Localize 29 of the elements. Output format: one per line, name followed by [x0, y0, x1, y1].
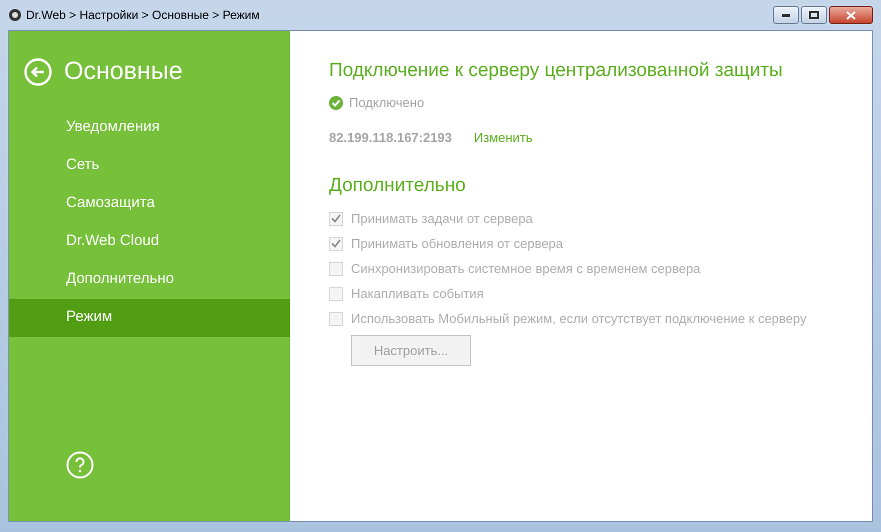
- sidebar-item[interactable]: Дополнительно: [9, 260, 290, 298]
- sidebar-item[interactable]: Dr.Web Cloud: [9, 222, 290, 260]
- minimize-icon: [782, 14, 790, 16]
- section-heading: Дополнительно: [329, 174, 467, 198]
- close-button[interactable]: [829, 6, 873, 24]
- checkbox-label: Принимать обновления от сервера: [351, 234, 564, 253]
- connection-status: Подключено: [349, 94, 424, 112]
- maximize-icon: [809, 11, 819, 19]
- minimize-button[interactable]: [773, 6, 799, 24]
- sidebar-title: Основные: [64, 56, 183, 87]
- checkmark-icon: [331, 214, 341, 223]
- close-icon: [846, 10, 856, 20]
- sidebar-item[interactable]: Сеть: [9, 146, 290, 184]
- section-heading: Подключение к серверу централизованной защиты: [329, 59, 784, 83]
- checkbox-label: Принимать задачи от сервера: [351, 210, 533, 228]
- checkbox-label: Использовать Мобильный режим, если отсутствует подключение к серверу: [351, 310, 806, 328]
- sidebar-item[interactable]: Самозащита: [9, 184, 290, 222]
- back-icon[interactable]: [24, 58, 52, 86]
- server-address: 82.199.118.167:2193: [329, 128, 452, 146]
- check-circle-icon: [329, 96, 343, 110]
- help-icon[interactable]: [66, 451, 94, 479]
- maximize-button[interactable]: [801, 6, 827, 24]
- checkmark-icon: [331, 239, 341, 248]
- window-title: Dr.Web > Настройки > Основные > Режим: [26, 7, 260, 24]
- checkbox-label: Накапливать события: [351, 284, 484, 303]
- change-link[interactable]: Изменить: [474, 128, 533, 147]
- checkbox-label: Синхронизировать системное время с временем сервера: [351, 260, 700, 278]
- sidebar-item[interactable]: Режим: [9, 298, 290, 336]
- sidebar-item[interactable]: Уведомления: [9, 108, 290, 146]
